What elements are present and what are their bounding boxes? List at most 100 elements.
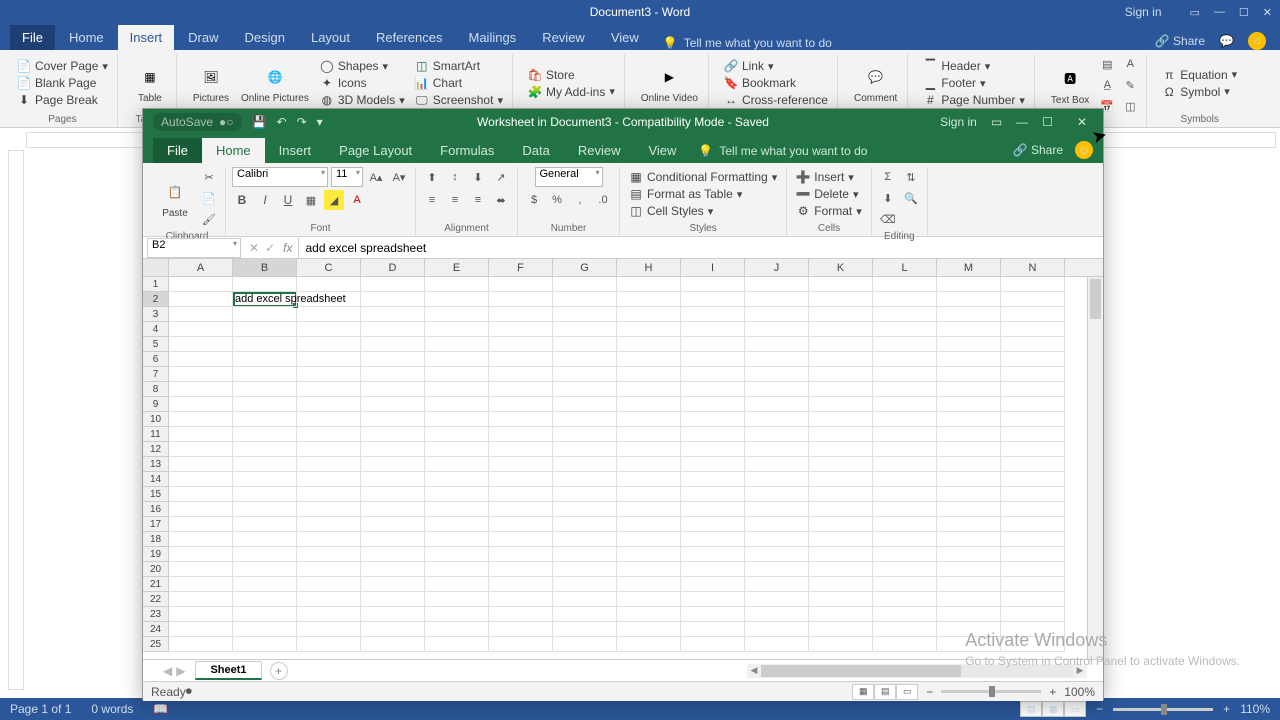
cut-icon[interactable]: ✂: [199, 167, 219, 187]
cell[interactable]: [297, 412, 361, 427]
cell[interactable]: [873, 322, 937, 337]
cell[interactable]: [233, 502, 297, 517]
cell[interactable]: [553, 577, 617, 592]
row-header-20[interactable]: 20: [143, 562, 169, 577]
chart-button[interactable]: 📊Chart: [412, 75, 506, 91]
cell[interactable]: [489, 547, 553, 562]
cell[interactable]: [681, 577, 745, 592]
save-icon[interactable]: 💾: [252, 115, 267, 129]
cell[interactable]: [553, 637, 617, 652]
column-header-C[interactable]: C: [297, 259, 361, 276]
cell[interactable]: [1001, 367, 1065, 382]
autosave-toggle[interactable]: AutoSave●○: [153, 113, 242, 131]
cell[interactable]: [617, 637, 681, 652]
cell[interactable]: [681, 277, 745, 292]
cell[interactable]: [1001, 472, 1065, 487]
cell[interactable]: [937, 577, 1001, 592]
column-header-J[interactable]: J: [745, 259, 809, 276]
smartart-button[interactable]: ◫SmartArt: [412, 58, 506, 74]
cell[interactable]: [169, 412, 233, 427]
cell[interactable]: [809, 532, 873, 547]
cell[interactable]: [553, 397, 617, 412]
cell[interactable]: [617, 277, 681, 292]
cell[interactable]: [873, 502, 937, 517]
cell[interactable]: [233, 532, 297, 547]
excel-titlebar[interactable]: AutoSave●○ 💾 ↶ ↷ ▾ Worksheet in Document…: [143, 109, 1103, 135]
cell[interactable]: [745, 442, 809, 457]
cell[interactable]: [873, 547, 937, 562]
equation-button[interactable]: πEquation ▾: [1159, 67, 1240, 83]
clear-icon[interactable]: ⌫: [878, 209, 898, 229]
cell[interactable]: [745, 412, 809, 427]
cell[interactable]: [745, 607, 809, 622]
cell[interactable]: [809, 637, 873, 652]
cell[interactable]: [361, 547, 425, 562]
tab-references[interactable]: References: [364, 25, 454, 50]
zoom-in-icon[interactable]: +: [1223, 702, 1230, 716]
cell[interactable]: [489, 637, 553, 652]
cell[interactable]: [617, 607, 681, 622]
table-button[interactable]: ▦Table: [130, 54, 170, 112]
cell-styles-button[interactable]: ◫Cell Styles ▾: [626, 203, 780, 219]
percent-icon[interactable]: %: [547, 190, 567, 210]
cross-reference-button[interactable]: ↔Cross-reference: [721, 92, 831, 108]
cell[interactable]: [425, 412, 489, 427]
cell[interactable]: [873, 577, 937, 592]
cell[interactable]: [425, 517, 489, 532]
row-header-8[interactable]: 8: [143, 382, 169, 397]
cell[interactable]: [809, 292, 873, 307]
row-header-19[interactable]: 19: [143, 547, 169, 562]
row-header-3[interactable]: 3: [143, 307, 169, 322]
cell[interactable]: [1001, 337, 1065, 352]
cell[interactable]: [361, 637, 425, 652]
cell[interactable]: [745, 592, 809, 607]
cell[interactable]: [809, 427, 873, 442]
cell[interactable]: [489, 607, 553, 622]
cell[interactable]: [617, 322, 681, 337]
enter-icon[interactable]: ✓: [265, 241, 275, 255]
cell[interactable]: [169, 607, 233, 622]
cell[interactable]: [233, 307, 297, 322]
column-header-I[interactable]: I: [681, 259, 745, 276]
cell[interactable]: [937, 532, 1001, 547]
cell[interactable]: [553, 352, 617, 367]
cell[interactable]: [169, 532, 233, 547]
cell[interactable]: [745, 397, 809, 412]
word-count[interactable]: 0 words: [91, 702, 133, 716]
cell[interactable]: [489, 442, 553, 457]
cell[interactable]: [553, 412, 617, 427]
tab-mailings[interactable]: Mailings: [457, 25, 529, 50]
cell[interactable]: [297, 352, 361, 367]
cell[interactable]: [425, 322, 489, 337]
column-header-H[interactable]: H: [617, 259, 681, 276]
cell[interactable]: [169, 307, 233, 322]
cell[interactable]: [681, 547, 745, 562]
cell[interactable]: [745, 532, 809, 547]
cell[interactable]: [233, 277, 297, 292]
cell[interactable]: [809, 307, 873, 322]
cell[interactable]: [745, 577, 809, 592]
cell[interactable]: [873, 307, 937, 322]
increase-decimal-icon[interactable]: .0: [593, 190, 613, 210]
cell[interactable]: [233, 397, 297, 412]
column-header-F[interactable]: F: [489, 259, 553, 276]
cell[interactable]: [937, 517, 1001, 532]
comments-icon[interactable]: 💬: [1219, 34, 1234, 48]
tab-insert[interactable]: Insert: [118, 25, 175, 50]
cell[interactable]: [1001, 457, 1065, 472]
cell[interactable]: [297, 592, 361, 607]
spellcheck-icon[interactable]: 📖: [153, 702, 168, 716]
row-header-10[interactable]: 10: [143, 412, 169, 427]
cell[interactable]: [745, 472, 809, 487]
cell[interactable]: [425, 442, 489, 457]
cell[interactable]: [489, 277, 553, 292]
conditional-formatting-button[interactable]: ▦Conditional Formatting ▾: [626, 169, 780, 185]
cell[interactable]: [873, 412, 937, 427]
bold-button[interactable]: B: [232, 190, 252, 210]
quick-parts-icon[interactable]: ▤: [1097, 54, 1117, 74]
share-button[interactable]: 🔗 Share: [1013, 143, 1063, 157]
cell[interactable]: [873, 487, 937, 502]
align-left-icon[interactable]: ≡: [422, 190, 442, 210]
cell[interactable]: [361, 487, 425, 502]
cell[interactable]: [297, 397, 361, 412]
